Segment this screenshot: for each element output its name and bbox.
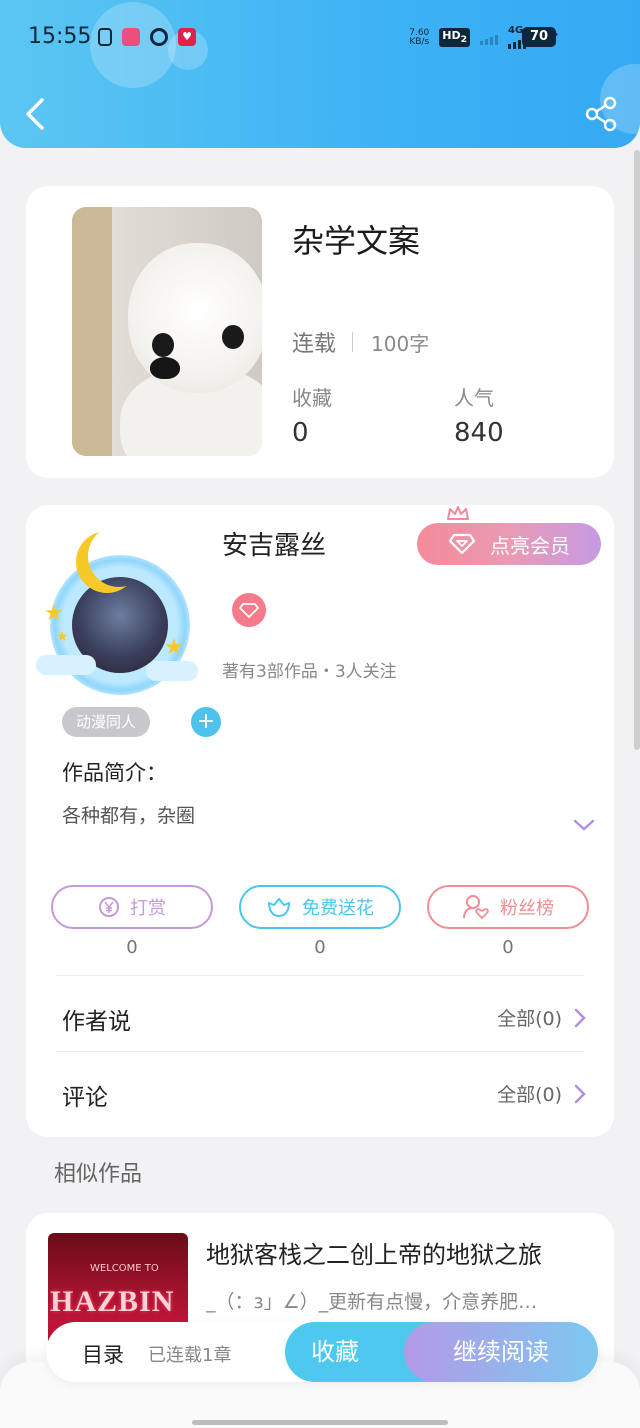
top-header: 15:55 ♥ 7.60 KB/s HD2 4G 70 <box>0 0 640 148</box>
comments-row[interactable]: 评论 全部(0) <box>26 1052 614 1132</box>
battery-icon: 70 <box>522 27 556 47</box>
fan-count: 0 <box>502 937 514 958</box>
notification-icons: ♥ <box>98 28 196 46</box>
cloud-decor <box>36 655 96 675</box>
hd-label: HD <box>442 29 461 43</box>
author-stats: 著有3部作品・3人关注 <box>222 662 397 682</box>
cover-dog-eye <box>152 333 174 357</box>
book-info-card: 杂学文案 连载 100字 收藏 0 人气 840 <box>26 186 614 478</box>
book-cover-image[interactable] <box>72 207 262 456</box>
author-name[interactable]: 安吉露丝 <box>222 525 326 562</box>
similar-work-desc: _（：з」∠）_更新有点慢，介意养肥… <box>206 1291 538 1313</box>
activate-vip-button[interactable]: 点亮会员 <box>417 523 601 565</box>
user-heart-icon <box>463 895 489 920</box>
popularity-label: 人气 <box>454 386 494 410</box>
net-speed-unit: KB/s <box>409 36 430 47</box>
author-says-label: 作者说 <box>62 1009 131 1035</box>
link-icon <box>150 28 168 46</box>
book-title: 杂学文案 <box>292 222 421 260</box>
chevron-right-icon <box>574 1084 586 1103</box>
favorites-label: 收藏 <box>292 386 332 410</box>
crown-icon <box>447 506 469 520</box>
author-card: ★ ★ ★ 安吉露丝 点亮会员 著有3部作品・3人关注 动漫同人 + 作品简介：… <box>26 505 614 1137</box>
star-icon: ★ <box>56 629 69 645</box>
author-says-row[interactable]: 作者说 全部(0) <box>26 976 614 1052</box>
comments-all[interactable]: 全部(0) <box>497 1080 586 1107</box>
star-icon: ★ <box>164 635 184 660</box>
share-icon[interactable] <box>584 96 618 132</box>
bottom-action-bar: 目录 已连载1章 收藏 继续阅读 <box>46 1322 598 1382</box>
serial-status: 连载 <box>292 332 337 357</box>
divider <box>352 332 354 352</box>
signal-icon-sim1 <box>480 31 498 45</box>
flower-count: 0 <box>314 937 326 958</box>
author-says-count: 全部(0) <box>497 1008 562 1030</box>
flower-icon <box>268 898 290 917</box>
scrollbar[interactable] <box>634 150 640 750</box>
home-indicator[interactable] <box>192 1420 448 1425</box>
cloud-decor <box>146 661 198 681</box>
cover-dog-nose <box>150 357 180 379</box>
vip-button-label: 点亮会员 <box>490 533 570 558</box>
hd-sub: 2 <box>460 34 467 46</box>
diamond-icon <box>448 533 476 555</box>
diamond-icon <box>239 603 259 618</box>
back-icon[interactable] <box>20 94 50 134</box>
comments-count: 全部(0) <box>497 1084 562 1106</box>
cover-dog-eye <box>222 325 244 349</box>
toc-button[interactable]: 目录 <box>82 1339 124 1369</box>
fan-ranking-label: 粉丝榜 <box>500 898 554 919</box>
book-status-line: 连载 100字 <box>292 326 429 358</box>
chapter-count: 已连载1章 <box>148 1345 232 1366</box>
fan-ranking-button[interactable]: 粉丝榜 <box>427 885 589 929</box>
heart-app-icon: ♥ <box>178 28 196 46</box>
send-flower-label: 免费送花 <box>302 898 374 919</box>
genre-tag[interactable]: 动漫同人 <box>62 707 151 737</box>
status-time: 15:55 <box>28 24 92 49</box>
similar-work-title: 地狱客栈之二创上帝的地狱之旅 <box>206 1241 542 1269</box>
comments-label: 评论 <box>62 1085 108 1111</box>
word-count: 100字 <box>371 331 430 356</box>
tip-count: 0 <box>126 937 138 958</box>
chevron-right-icon <box>574 1008 586 1027</box>
vip-diamond-badge <box>232 593 266 627</box>
star-icon: ★ <box>44 601 64 626</box>
yen-coin-icon <box>99 897 119 917</box>
add-tag-button[interactable]: + <box>191 707 221 737</box>
continue-reading-button[interactable]: 继续阅读 <box>404 1322 598 1382</box>
author-avatar[interactable]: ★ ★ ★ <box>36 525 206 695</box>
send-flower-button[interactable]: 免费送花 <box>239 885 401 929</box>
moon-icon <box>88 525 150 587</box>
tip-label: 打赏 <box>130 898 166 919</box>
author-says-all[interactable]: 全部(0) <box>497 1004 586 1031</box>
hd-icon: HD2 <box>439 28 470 47</box>
intro-text: 各种都有，杂圈 <box>62 805 196 827</box>
tip-button[interactable]: 打赏 <box>51 885 213 929</box>
cover-text-small: WELCOME TO <box>90 1263 159 1274</box>
network-type: 4G <box>508 25 524 36</box>
app-notification-icon <box>122 28 140 46</box>
cover-dog-head <box>128 243 262 393</box>
net-speed: 7.60 KB/s <box>409 28 430 47</box>
status-bar: 15:55 ♥ 7.60 KB/s HD2 4G 70 <box>0 0 640 76</box>
cover-text: HAZBIN <box>50 1285 175 1318</box>
favorites-value: 0 <box>292 418 309 448</box>
intro-label: 作品简介： <box>62 761 167 785</box>
chevron-down-icon[interactable] <box>572 817 596 833</box>
similar-works-heading: 相似作品 <box>54 1162 143 1187</box>
popularity-value: 840 <box>454 418 504 448</box>
document-icon <box>98 28 112 46</box>
